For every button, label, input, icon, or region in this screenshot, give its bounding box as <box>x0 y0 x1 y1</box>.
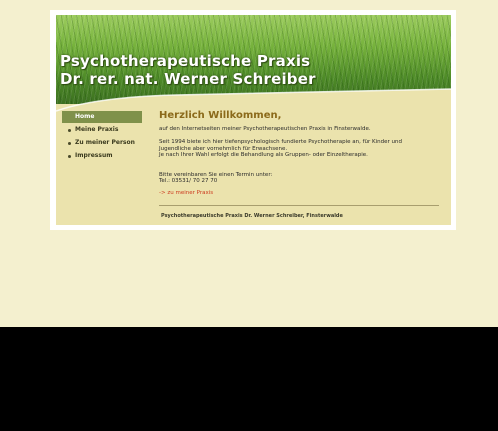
footer-text: Psychotherapeutische Praxis Dr. Werner S… <box>161 213 343 219</box>
site-title-line-1: Psychotherapeutische Praxis <box>60 52 311 70</box>
nav-item-meine-praxis[interactable]: Meine Praxis <box>62 124 142 136</box>
nav-item-label: Impressum <box>75 152 113 159</box>
treatment-options: Je nach Ihrer Wahl erfolgt die Behandlun… <box>159 152 368 158</box>
bullet-icon <box>68 142 71 145</box>
bullet-icon <box>68 129 71 132</box>
site-title-line-2: Dr. rer. nat. Werner Schreiber <box>60 70 316 88</box>
praxis-link[interactable]: -> zu meiner Praxis <box>159 190 213 197</box>
page-container: Psychotherapeutische Praxis Dr. rer. nat… <box>56 15 451 225</box>
sidebar-nav: Home Meine Praxis Zu meiner Person Impre… <box>62 111 142 163</box>
nav-item-home[interactable]: Home <box>62 111 142 123</box>
bottom-band <box>0 327 498 431</box>
nav-item-label: Zu meiner Person <box>75 139 135 146</box>
nav-item-label: Home <box>75 113 95 120</box>
therapy-description: Seit 1994 biete ich hier tiefenpsycholog… <box>159 139 402 152</box>
footer-divider <box>159 205 439 206</box>
main-content: Herzlich Willkommen, auf den Internetsei… <box>159 108 444 196</box>
header-banner: Psychotherapeutische Praxis Dr. rer. nat… <box>56 15 451 115</box>
phone-number: Tel.: 03531/ 70 27 70 <box>159 178 218 184</box>
welcome-heading: Herzlich Willkommen, <box>159 110 282 121</box>
nav-item-label: Meine Praxis <box>75 126 119 133</box>
nav-item-impressum[interactable]: Impressum <box>62 150 142 162</box>
intro-text: auf den Internetseiten meiner Psychother… <box>159 126 371 132</box>
bullet-icon <box>68 155 71 158</box>
nav-item-zu-meiner-person[interactable]: Zu meiner Person <box>62 137 142 149</box>
